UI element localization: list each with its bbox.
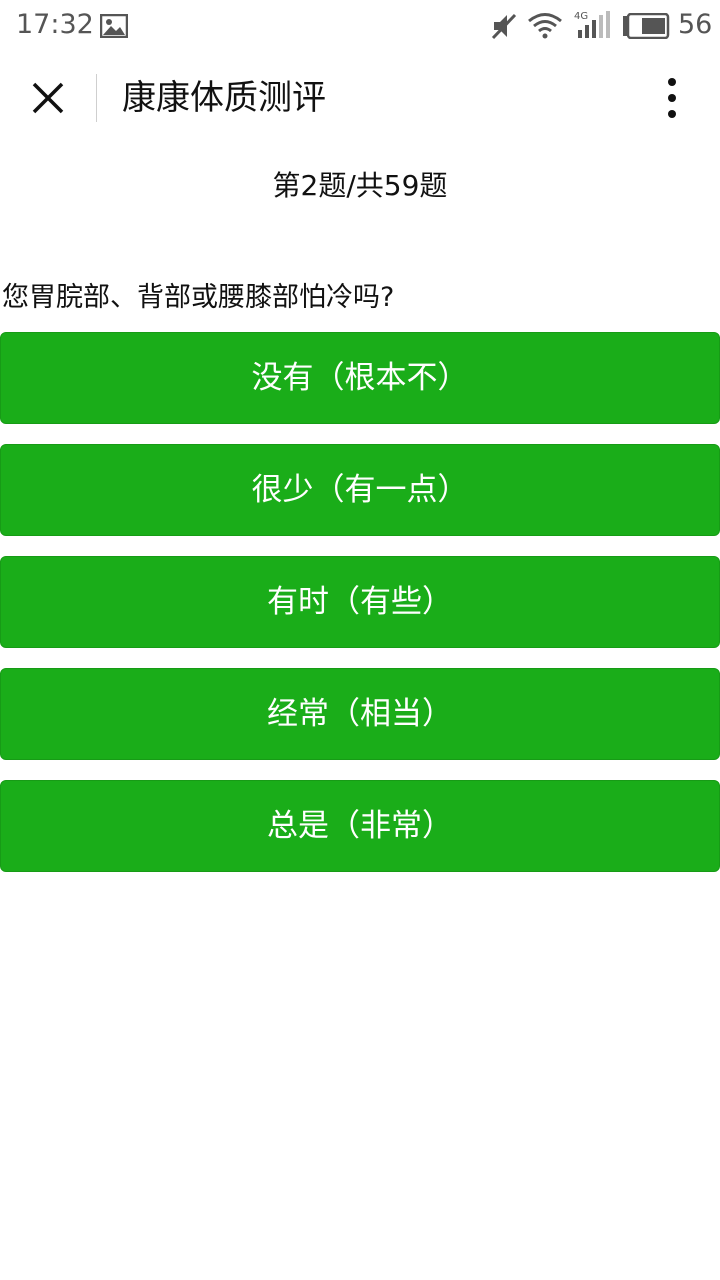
question-text: 您胃脘部、背部或腰膝部怕冷吗? bbox=[2, 282, 395, 313]
image-icon bbox=[100, 14, 128, 38]
option-button-often[interactable]: 经常（相当） bbox=[0, 668, 720, 760]
option-button-always[interactable]: 总是（非常） bbox=[0, 780, 720, 872]
option-button-never[interactable]: 没有（根本不） bbox=[0, 332, 720, 424]
page-title: 康康体质测评 bbox=[122, 78, 326, 118]
battery-level: 56 bbox=[678, 9, 713, 40]
wifi-icon bbox=[528, 13, 562, 39]
signal-4g-icon: 4G bbox=[574, 11, 610, 38]
question-progress: 第2题/共59题 bbox=[272, 169, 448, 202]
answer-options: 没有（根本不） 很少（有一点） 有时（有些） 经常（相当） 总是（非常） bbox=[0, 332, 720, 892]
option-button-sometimes[interactable]: 有时（有些） bbox=[0, 556, 720, 648]
status-time: 17:32 bbox=[16, 9, 94, 40]
close-icon[interactable] bbox=[22, 72, 74, 124]
svg-text:4G: 4G bbox=[574, 11, 588, 22]
more-vertical-icon[interactable] bbox=[650, 72, 694, 124]
mute-icon bbox=[491, 13, 517, 40]
option-button-rarely[interactable]: 很少（有一点） bbox=[0, 444, 720, 536]
nav-bar: 康康体质测评 bbox=[0, 50, 720, 146]
nav-divider bbox=[96, 74, 97, 122]
battery-icon bbox=[623, 13, 670, 39]
status-bar: 17:32 4G 56 bbox=[0, 0, 720, 50]
